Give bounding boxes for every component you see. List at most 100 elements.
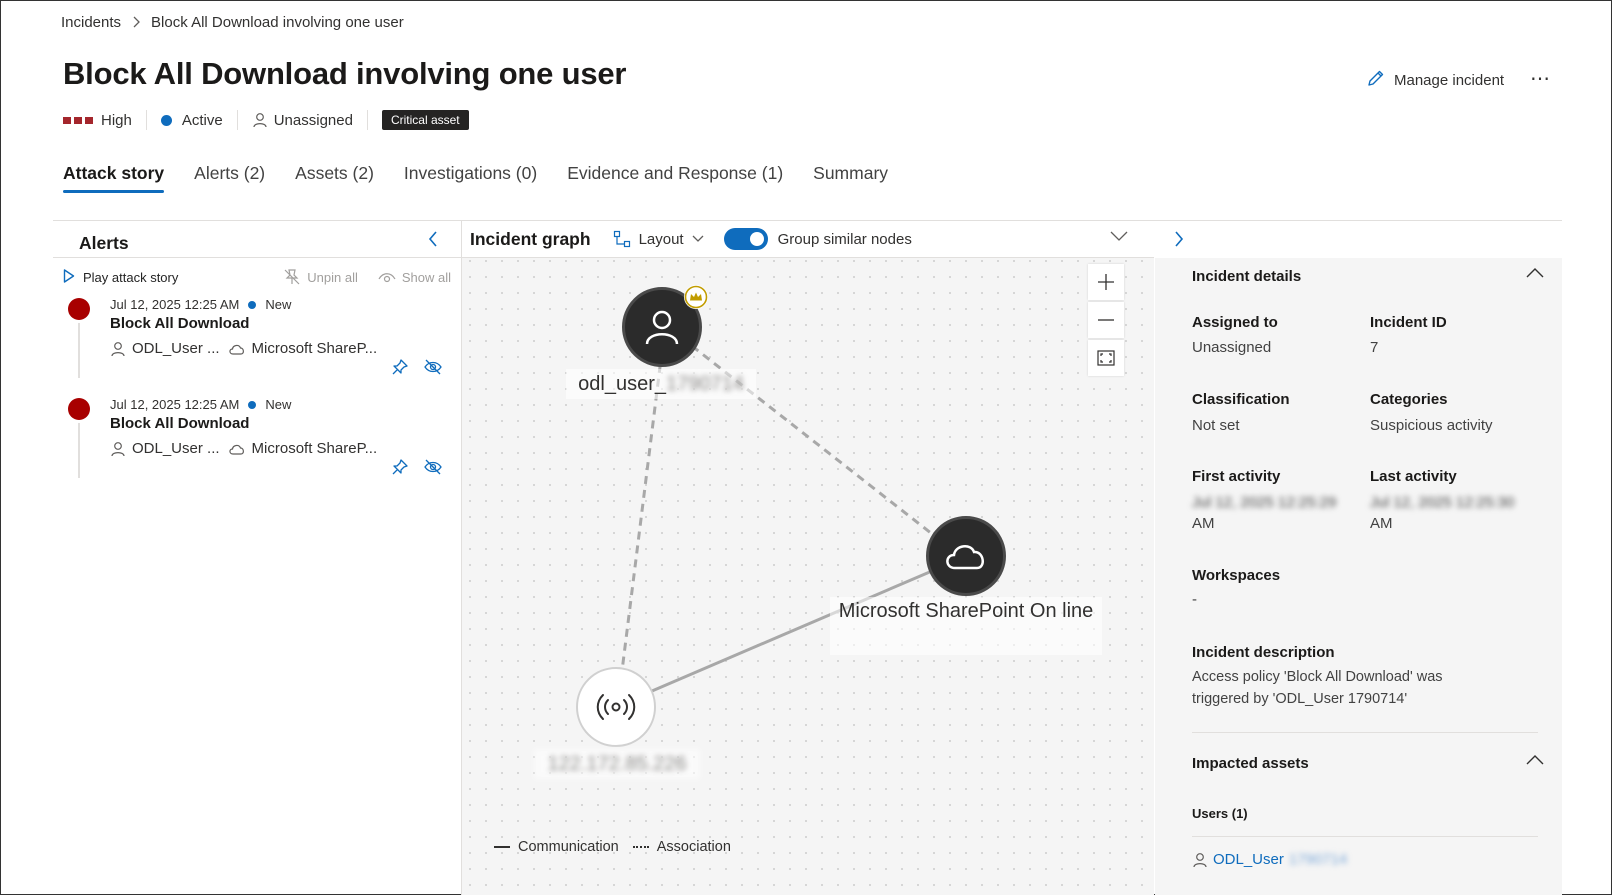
collapse-impacted-button[interactable]: [1526, 753, 1544, 771]
tab-alerts[interactable]: Alerts (2): [194, 163, 265, 193]
last-activity-value-redacted: Jul 12, 2025 12:25:30: [1370, 494, 1515, 511]
solid-line-icon: [494, 846, 510, 848]
zoom-in-button[interactable]: [1088, 264, 1124, 300]
details-panel-header: [1155, 221, 1562, 257]
last-activity-value-suffix: AM: [1370, 515, 1393, 532]
legend-association: Association: [656, 839, 731, 855]
divider: [53, 257, 461, 258]
alert-status: New: [265, 297, 292, 312]
breadcrumb-incidents-link[interactable]: Incidents: [61, 14, 121, 31]
play-attack-story-label: Play attack story: [83, 269, 179, 285]
classification-label: Classification: [1192, 391, 1290, 408]
fit-screen-icon: [1097, 350, 1115, 366]
person-icon: [642, 307, 682, 347]
zoom-out-button[interactable]: [1088, 302, 1124, 338]
assigned-to-value: Unassigned: [1192, 339, 1272, 356]
timeline-line: [78, 423, 80, 478]
impacted-user-link[interactable]: ODL_User 1790714: [1192, 851, 1347, 868]
redacted-user-id: 1790714: [665, 373, 744, 395]
user-node-label: odl_user_1790714: [566, 369, 756, 399]
graph-edges: [620, 344, 937, 693]
manage-incident-button[interactable]: Manage incident: [1367, 69, 1504, 91]
ip-address-node[interactable]: [576, 667, 656, 747]
dashed-line-icon: [632, 846, 649, 848]
incident-description-label: Incident description: [1192, 644, 1335, 661]
show-all-label: Show all: [401, 269, 451, 285]
divider: [145, 110, 147, 130]
incident-details-heading: Incident details: [1192, 268, 1302, 285]
severity-label: High: [101, 111, 132, 129]
manage-incident-label: Manage incident: [1394, 71, 1505, 89]
classification-value: Not set: [1192, 417, 1240, 434]
show-all-button[interactable]: Show all: [378, 268, 451, 286]
breadcrumb: Incidents Block All Download involving o…: [61, 14, 404, 31]
play-attack-story-button[interactable]: Play attack story: [63, 268, 179, 286]
hide-icon[interactable]: [423, 358, 443, 381]
alert-list-item[interactable]: Jul 12, 2025 12:25 AM New Block All Down…: [53, 293, 461, 388]
status-dot-icon: [160, 114, 172, 126]
alert-app: Microsoft ShareP...: [251, 340, 378, 357]
cloud-icon: [228, 442, 246, 456]
divider: [1192, 732, 1538, 733]
workspaces-label: Workspaces: [1192, 567, 1281, 584]
first-activity-label: First activity: [1192, 468, 1281, 485]
tab-evidence-and-response[interactable]: Evidence and Response (1): [567, 163, 783, 193]
pin-icon[interactable]: [391, 358, 409, 381]
unpin-all-button[interactable]: Unpin all: [283, 268, 358, 286]
alert-list-item[interactable]: Jul 12, 2025 12:25 AM New Block All Down…: [53, 393, 461, 488]
play-icon: [63, 268, 75, 286]
incident-tabs: Attack story Alerts (2) Assets (2) Inves…: [63, 163, 888, 193]
users-count-label: Users (1): [1192, 806, 1248, 821]
more-options-button[interactable]: ⋯: [1530, 66, 1551, 91]
pin-icon[interactable]: [391, 458, 409, 481]
tab-summary[interactable]: Summary: [813, 163, 888, 193]
divider: [1192, 836, 1538, 837]
incident-description-line-1: Access policy 'Block All Download' was: [1192, 669, 1443, 685]
minus-icon: [1097, 311, 1115, 329]
alert-user: ODL_User ...: [132, 440, 220, 457]
hide-icon[interactable]: [423, 458, 443, 481]
incident-id-value: 7: [1370, 339, 1379, 356]
expand-right-button[interactable]: [1172, 229, 1186, 254]
tab-assets[interactable]: Assets (2): [295, 163, 374, 193]
unpin-all-label: Unpin all: [307, 269, 358, 285]
tab-attack-story[interactable]: Attack story: [63, 163, 165, 193]
timeline-line: [78, 323, 80, 378]
cloud-icon: [943, 539, 989, 573]
categories-label: Categories: [1370, 391, 1448, 408]
status-dot-icon: [248, 300, 257, 309]
fit-to-screen-button[interactable]: [1088, 340, 1124, 376]
crown-icon: [684, 285, 708, 309]
collapse-left-button[interactable]: [426, 229, 440, 254]
association-edge: [620, 350, 664, 672]
alert-status: New: [265, 397, 292, 412]
chevron-left-icon: [426, 231, 440, 253]
alert-time: Jul 12, 2025 12:25 AM: [110, 297, 240, 312]
tab-investigations[interactable]: Investigations (0): [404, 163, 537, 193]
user-node-name: odl_user_: [578, 373, 666, 395]
alerts-toolbar: Play attack story Unpin all Show all: [63, 268, 451, 286]
cloud-app-node-label: Microsoft SharePoint On line: [830, 597, 1102, 655]
alert-name: Block All Download: [110, 315, 250, 332]
collapse-details-button[interactable]: [1526, 266, 1544, 284]
alert-name: Block All Download: [110, 415, 250, 432]
incident-graph-canvas[interactable]: Incident graph Layout Group similar node…: [462, 221, 1154, 895]
incident-details-panel: Incident details Assigned to Unassigned …: [1155, 258, 1562, 895]
status-dot-icon: [248, 400, 257, 409]
alert-time: Jul 12, 2025 12:25 AM: [110, 397, 240, 412]
assigned-to-label: Assigned to: [1192, 314, 1278, 331]
severity-high-icon: [68, 298, 90, 320]
person-icon: [1192, 852, 1208, 868]
assignee-label: Unassigned: [273, 111, 353, 129]
graph-legend: Communication Association: [494, 839, 731, 855]
alerts-panel: Alerts Play attack story Unpin all Show …: [53, 221, 462, 895]
alert-user: ODL_User ...: [132, 340, 220, 357]
alerts-panel-title: Alerts: [79, 233, 129, 253]
unpin-icon: [283, 268, 301, 286]
legend-communication: Communication: [518, 839, 619, 855]
plus-icon: [1097, 273, 1115, 291]
impacted-user-name: ODL_User: [1213, 851, 1284, 868]
chevron-right-icon: [131, 15, 141, 31]
person-icon: [110, 341, 126, 357]
cloud-app-node[interactable]: [926, 516, 1006, 596]
